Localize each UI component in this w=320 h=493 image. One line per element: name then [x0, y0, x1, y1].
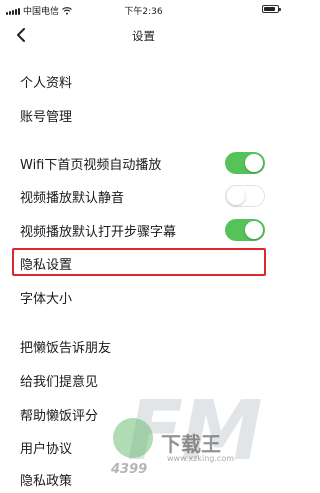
- settings-item-user-agreement[interactable]: 用户协议: [0, 435, 287, 459]
- status-time: 下午2:36: [124, 7, 163, 17]
- page-title: 设置: [132, 29, 155, 43]
- step-subtitles-toggle[interactable]: [225, 219, 265, 241]
- settings-item-profile[interactable]: 个人资料: [0, 69, 287, 93]
- settings-item-step-subtitles: 视频播放默认打开步骤字幕: [0, 218, 287, 242]
- settings-item-label: 用户协议: [20, 442, 73, 457]
- settings-item-label: 视频播放默认静音: [20, 191, 125, 206]
- toggle-knob: [245, 221, 263, 239]
- watermark-brand: FM: [127, 384, 263, 479]
- settings-item-feedback[interactable]: 给我们提意见: [0, 368, 287, 392]
- settings-item-mute-default: 视频播放默认静音: [0, 184, 287, 208]
- settings-item-privacy-settings[interactable]: 隐私设置: [0, 251, 287, 275]
- settings-item-privacy-policy[interactable]: 隐私政策: [0, 467, 287, 491]
- settings-item-share[interactable]: 把懒饭告诉朋友: [0, 334, 287, 358]
- settings-item-label: 给我们提意见: [20, 375, 99, 390]
- nav-bar: 设置: [0, 18, 287, 54]
- settings-item-account[interactable]: 账号管理: [0, 103, 287, 127]
- wifi-autoplay-toggle[interactable]: [225, 152, 265, 174]
- mute-default-toggle[interactable]: [225, 185, 265, 207]
- status-bar: 中国电信 下午2:36: [0, 0, 287, 18]
- settings-item-label: 字体大小: [20, 292, 73, 307]
- settings-item-label: 帮助懒饭评分: [20, 409, 99, 424]
- settings-item-rate[interactable]: 帮助懒饭评分: [0, 402, 287, 426]
- battery-icon: [262, 5, 281, 13]
- settings-item-label: 隐私设置: [20, 258, 73, 273]
- toggle-knob: [245, 154, 263, 172]
- settings-item-label: 账号管理: [20, 110, 73, 125]
- settings-item-wifi-autoplay: Wifi下首页视频自动播放: [0, 151, 287, 175]
- settings-item-label: 个人资料: [20, 76, 73, 91]
- settings-item-label: 把懒饭告诉朋友: [20, 341, 112, 356]
- settings-item-label: Wifi下首页视频自动播放: [20, 158, 162, 173]
- settings-item-font-size[interactable]: 字体大小: [0, 285, 287, 309]
- toggle-knob: [227, 187, 245, 205]
- settings-item-label: 隐私政策: [20, 474, 73, 489]
- settings-item-label: 视频播放默认打开步骤字幕: [20, 225, 177, 240]
